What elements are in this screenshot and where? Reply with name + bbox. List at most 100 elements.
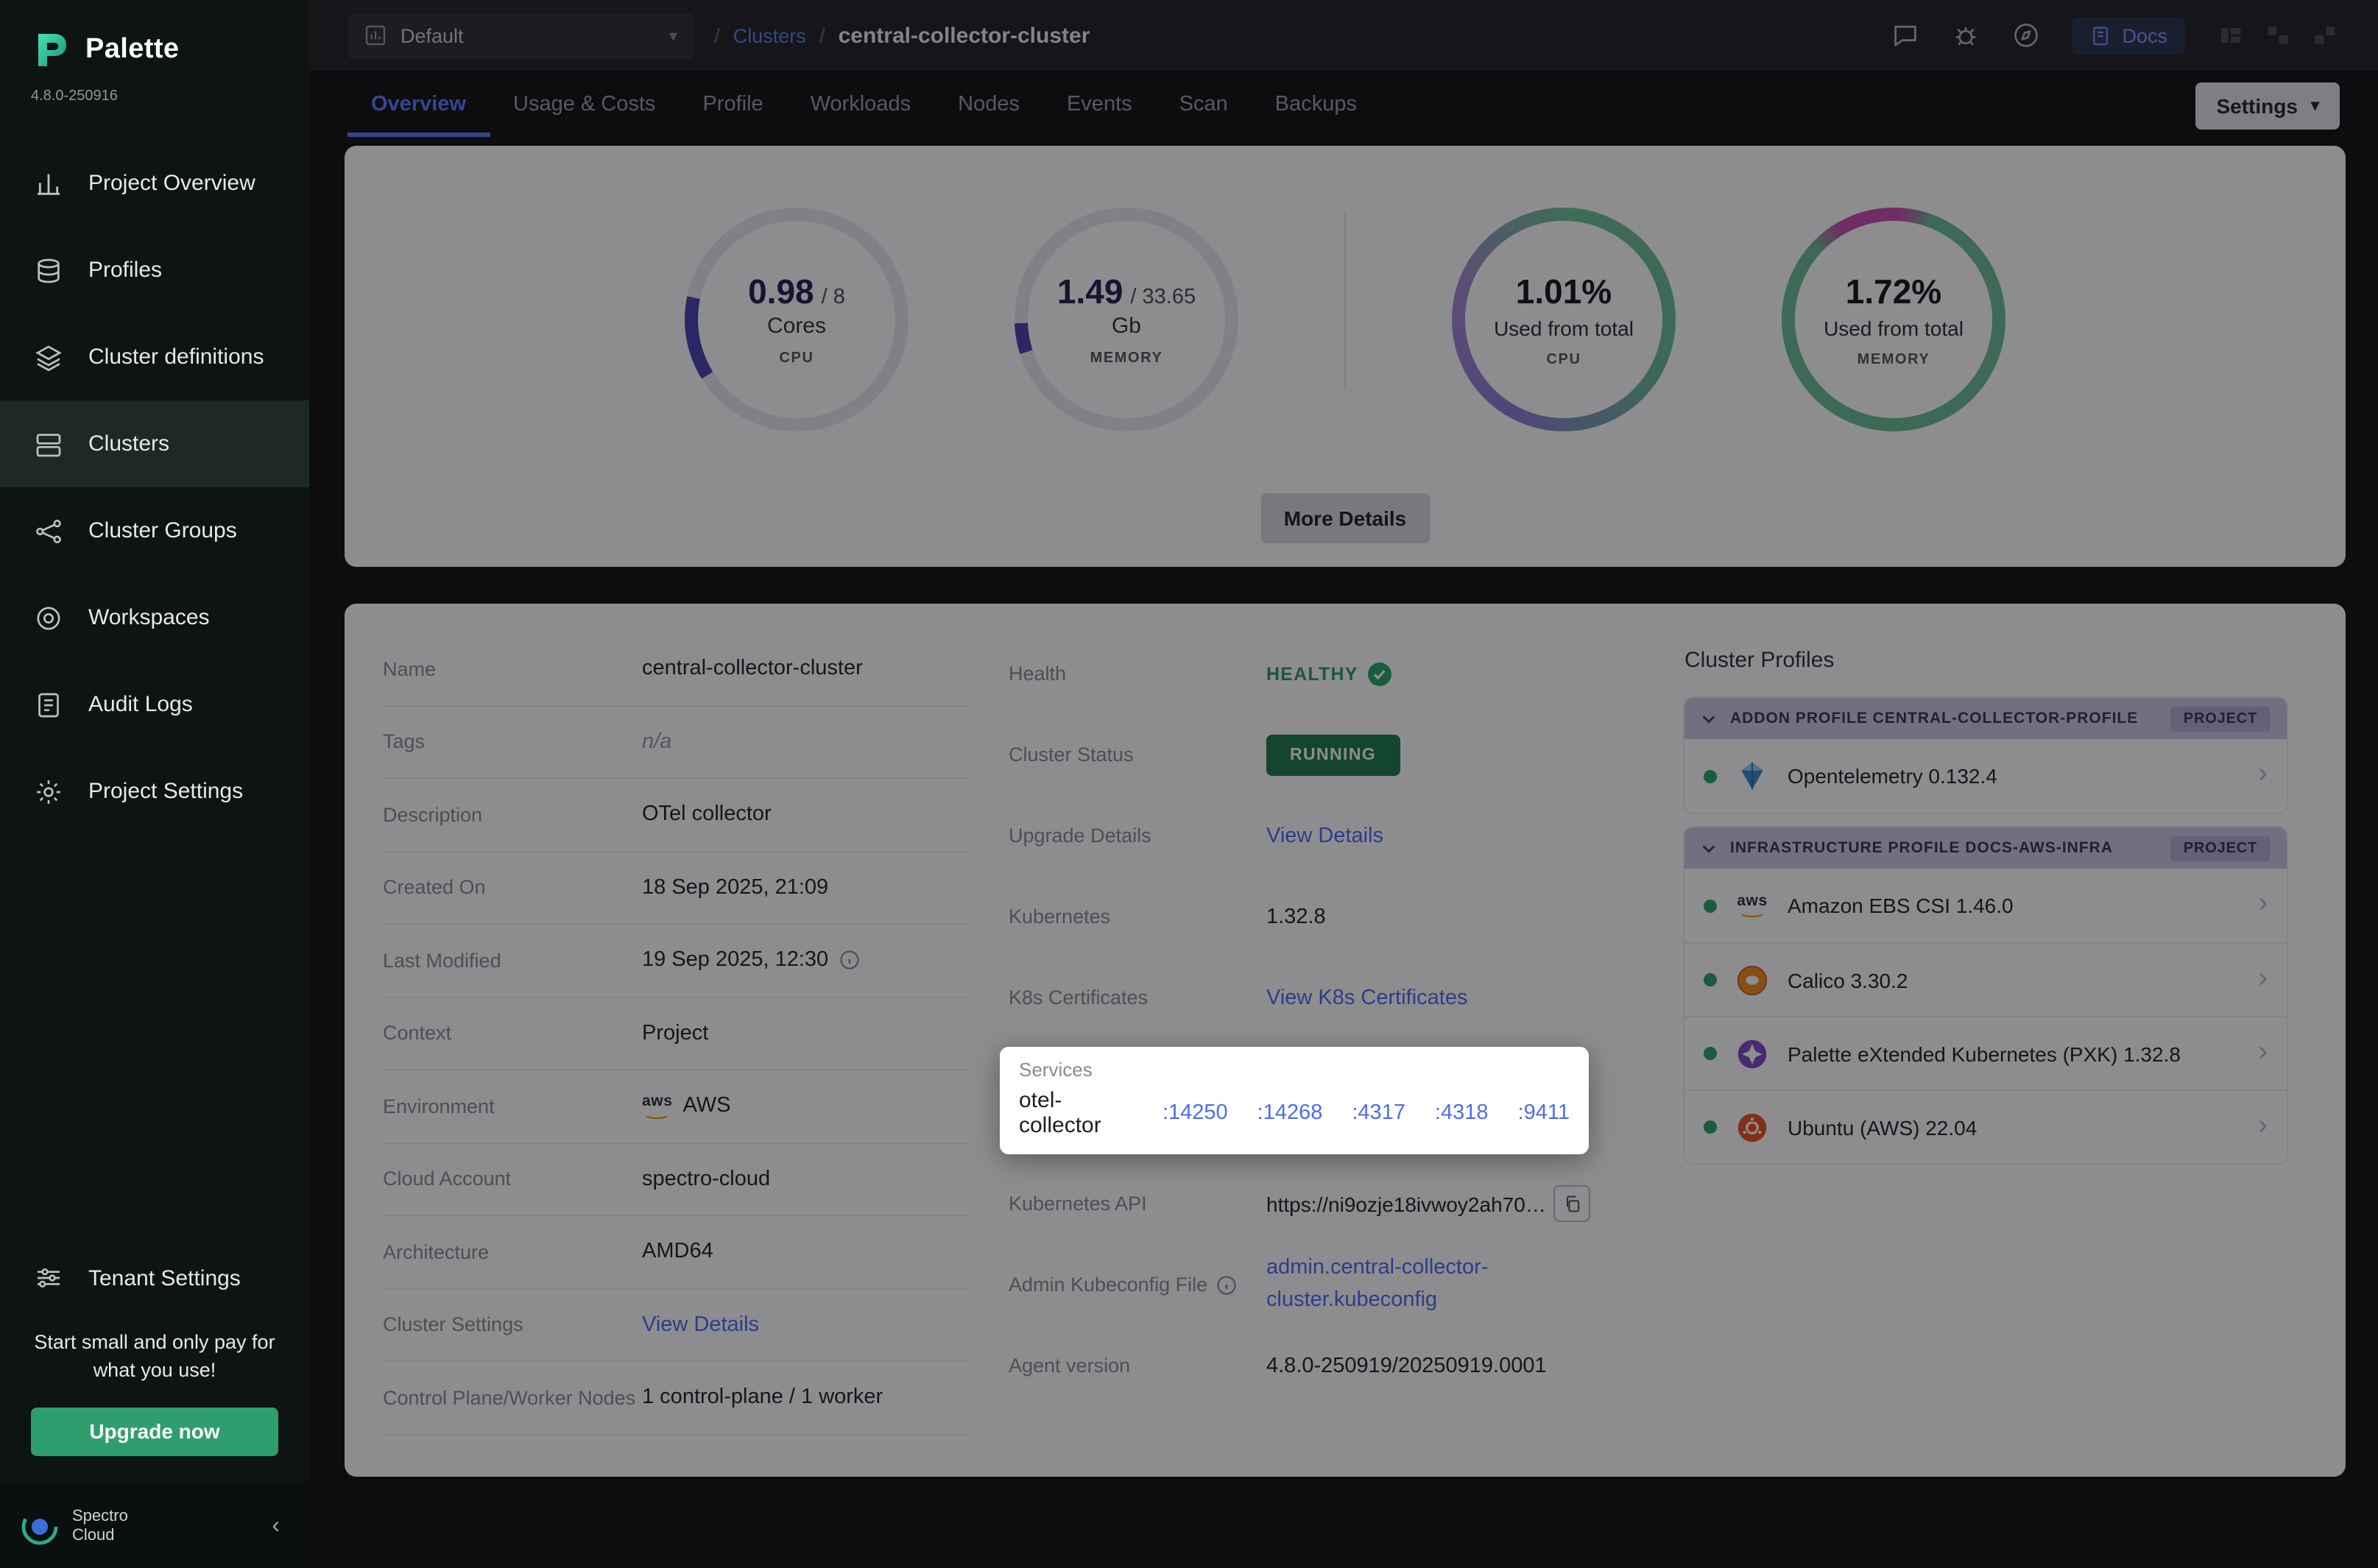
sidebar-item-label: Tenant Settings	[88, 1265, 241, 1290]
sidebar-item-project-settings[interactable]: Project Settings	[0, 748, 309, 835]
chevron-right-icon: ›	[2258, 964, 2268, 996]
sidebar-item-label: Clusters	[88, 431, 169, 456]
running-status-badge[interactable]: RUNNING	[1266, 734, 1400, 775]
sidebar-item-label: Cluster definitions	[88, 345, 264, 370]
admin-kubeconfig-link[interactable]: admin.central-collector-cluster.kubeconf…	[1266, 1254, 1546, 1316]
pack-row-ubuntu[interactable]: Ubuntu (AWS) 22.04 ›	[1684, 1090, 2287, 1163]
usage-metrics-card: 0.98/ 8 Cores CPU 1.49/ 33.65 Gb MEMORY	[345, 146, 2346, 567]
docs-button[interactable]: Docs	[2072, 17, 2185, 54]
sidebar-item-tenant-settings[interactable]: Tenant Settings	[0, 1235, 309, 1321]
docs-icon	[2089, 24, 2111, 46]
more-details-button[interactable]: More Details	[1260, 493, 1430, 543]
aws-logo-icon: aws	[642, 1094, 673, 1118]
detail-row-nodes: Control Plane/Worker Nodes 1 control-pla…	[383, 1362, 967, 1435]
sidebar-item-label: Audit Logs	[88, 692, 193, 717]
sidebar-item-cluster-groups[interactable]: Cluster Groups	[0, 487, 309, 574]
clusters-icon	[34, 429, 63, 459]
detail-row-environment: Environment aws AWS	[383, 1070, 967, 1143]
upgrade-view-details-link[interactable]: View Details	[1266, 824, 1383, 847]
infra-profile-group: INFRASTRUCTURE PROFILE DOCS-AWS-INFRA PR…	[1684, 827, 2287, 1163]
cluster-settings-view-details-link[interactable]: View Details	[642, 1313, 759, 1337]
cluster-profiles-column: Cluster Profiles ADDON PROFILE CENTRAL-C…	[1649, 633, 2287, 1435]
sidebar-item-project-overview[interactable]: Project Overview	[0, 140, 309, 227]
service-port-link[interactable]: :14268	[1257, 1101, 1323, 1125]
detail-row-cloud-account: Cloud Account spectro-cloud	[383, 1143, 967, 1216]
chevron-down-icon: ▾	[2311, 96, 2319, 115]
company-name: SpectroCloud	[72, 1507, 128, 1546]
sliders-icon	[34, 1263, 63, 1293]
divider	[1344, 211, 1346, 390]
service-port-link[interactable]: :4317	[1352, 1101, 1405, 1125]
upgrade-now-button[interactable]: Upgrade now	[31, 1407, 278, 1455]
spectro-cloud-brand: SpectroCloud ‹	[0, 1482, 309, 1568]
app-version: 4.8.0-250916	[0, 82, 309, 105]
view-k8s-certificates-link[interactable]: View K8s Certificates	[1266, 986, 1467, 1009]
cluster-details-card: Name central-collector-cluster Tags n/a …	[345, 604, 2346, 1476]
help-compass-icon[interactable]	[2011, 21, 2041, 50]
check-circle-icon	[1369, 662, 1392, 685]
tab-overview[interactable]: Overview	[347, 74, 490, 137]
info-icon[interactable]	[1216, 1274, 1237, 1295]
service-port-link[interactable]: :14250	[1162, 1101, 1228, 1125]
tab-backups[interactable]: Backups	[1252, 74, 1380, 137]
sidebar: Palette 4.8.0-250916 Project Overview Pr…	[0, 0, 309, 1568]
tab-profile[interactable]: Profile	[679, 74, 786, 137]
services-title: Services	[1019, 1059, 1570, 1081]
sidebar-item-label: Cluster Groups	[88, 518, 237, 543]
kubernetes-api-row: Kubernetes API https://ni9ozje18ivwoy2ah…	[1009, 1163, 1649, 1244]
pack-row-ebs-csi[interactable]: aws Amazon EBS CSI 1.46.0 ›	[1684, 869, 2287, 942]
project-scope-selector[interactable]: Default ▾	[347, 13, 694, 58]
main-area: Default ▾ / Clusters / central-collector…	[309, 0, 2378, 1568]
ubuntu-icon	[1735, 1109, 1770, 1145]
tab-nodes[interactable]: Nodes	[934, 74, 1043, 137]
tab-events[interactable]: Events	[1043, 74, 1156, 137]
memory-usage-gauge: 1.49/ 33.65 Gb MEMORY	[1015, 208, 1238, 431]
project-scope-value: Default	[401, 24, 464, 46]
pack-status-dot	[1704, 973, 1717, 986]
cpu-usage-gauge: 0.98/ 8 Cores CPU	[685, 208, 908, 431]
chevron-down-icon	[1701, 710, 1717, 727]
breadcrumb: / Clusters / central-collector-cluster	[714, 23, 1090, 48]
k8s-certificates-row: K8s Certificates View K8s Certificates	[1009, 957, 1649, 1038]
brand-logo-row: Palette	[0, 0, 309, 82]
sidebar-item-cluster-definitions[interactable]: Cluster definitions	[0, 314, 309, 400]
addon-profile-header[interactable]: ADDON PROFILE CENTRAL-COLLECTOR-PROFILE …	[1684, 698, 2287, 739]
network-icon	[34, 516, 63, 545]
info-icon[interactable]	[839, 950, 859, 971]
sidebar-item-clusters[interactable]: Clusters	[0, 400, 309, 487]
service-port-link[interactable]: :4318	[1435, 1101, 1489, 1125]
tab-scan[interactable]: Scan	[1156, 74, 1252, 137]
workspaces-icon	[34, 603, 63, 632]
chevron-down-icon	[1701, 840, 1717, 856]
pack-row-calico[interactable]: Calico 3.30.2 ›	[1684, 942, 2287, 1016]
tab-usage-costs[interactable]: Usage & Costs	[490, 74, 679, 137]
pack-row-pxk[interactable]: Palette eXtended Kubernetes (PXK) 1.32.8…	[1684, 1016, 2287, 1090]
settings-button[interactable]: Settings ▾	[2195, 82, 2340, 129]
detail-row-last-modified: Last Modified 19 Sep 2025, 12:30	[383, 925, 967, 997]
pack-status-dot	[1704, 899, 1717, 912]
sidebar-item-audit-logs[interactable]: Audit Logs	[0, 661, 309, 748]
project-badge: PROJECT	[2170, 836, 2271, 861]
sidebar-item-profiles[interactable]: Profiles	[0, 227, 309, 314]
aws-icon: aws	[1735, 888, 1770, 923]
pack-row-opentelemetry[interactable]: Opentelemetry 0.132.4 ›	[1684, 739, 2287, 813]
bug-icon[interactable]	[1951, 21, 1980, 50]
bar-chart-icon	[34, 169, 63, 198]
cluster-tabs: Overview Usage & Costs Profile Workloads…	[309, 71, 2378, 140]
service-port-link[interactable]: :9411	[1518, 1101, 1570, 1125]
extra-icon	[2263, 21, 2293, 50]
sidebar-nav: Project Overview Profiles Cluster defini…	[0, 140, 309, 835]
cpu-total-gauge: 1.01% Used from total CPU	[1452, 208, 1676, 431]
infra-profile-header[interactable]: INFRASTRUCTURE PROFILE DOCS-AWS-INFRA PR…	[1684, 827, 2287, 869]
chat-icon[interactable]	[1891, 21, 1920, 50]
sidebar-collapse-button[interactable]: ‹	[263, 1509, 289, 1543]
chevron-right-icon: ›	[2258, 760, 2268, 792]
breadcrumb-clusters-link[interactable]: Clusters	[733, 24, 806, 46]
detail-row-name: Name central-collector-cluster	[383, 633, 967, 706]
sidebar-item-label: Project Overview	[88, 171, 255, 196]
copy-icon[interactable]	[1553, 1185, 1590, 1222]
audit-log-icon	[34, 690, 63, 719]
sidebar-item-workspaces[interactable]: Workspaces	[0, 574, 309, 661]
tab-workloads[interactable]: Workloads	[787, 74, 934, 137]
content: 0.98/ 8 Cores CPU 1.49/ 33.65 Gb MEMORY	[309, 140, 2378, 1568]
